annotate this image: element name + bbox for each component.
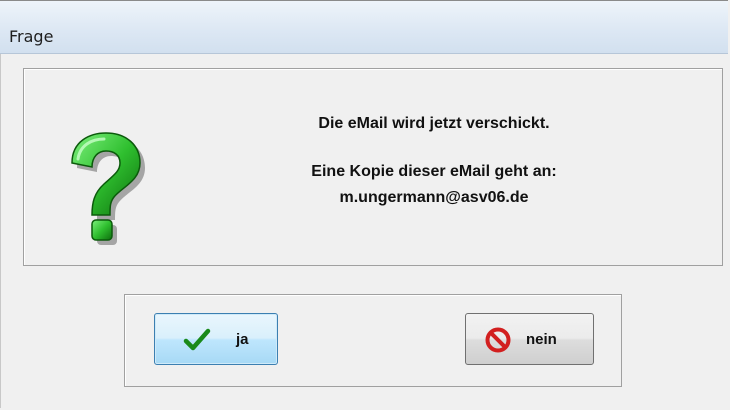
yes-button[interactable]: ja [154,313,278,365]
no-button-label: nein [526,331,557,348]
question-mark-icon [71,132,145,245]
no-button[interactable]: nein [465,313,594,365]
no-entry-icon [485,327,511,353]
message-line-copy: Eine Kopie dieser eMail geht an: [311,163,557,180]
button-panel: ja nein [124,294,622,387]
window-title: Frage [9,27,54,46]
dialog-body: Die eMail wird jetzt verschickt. Eine Ko… [0,54,729,408]
title-bar[interactable]: Frage [0,1,728,54]
message-line-email: m.ungermann@asv06.de [339,189,529,206]
dialog-window: Frage Die eMail wird jetzt verschickt. E… [0,0,729,408]
message-panel: Die eMail wird jetzt verschickt. Eine Ko… [23,68,723,266]
yes-button-label: ja [236,331,249,348]
checkmark-icon [183,328,211,351]
message-line-send: Die eMail wird jetzt verschickt. [318,115,550,132]
